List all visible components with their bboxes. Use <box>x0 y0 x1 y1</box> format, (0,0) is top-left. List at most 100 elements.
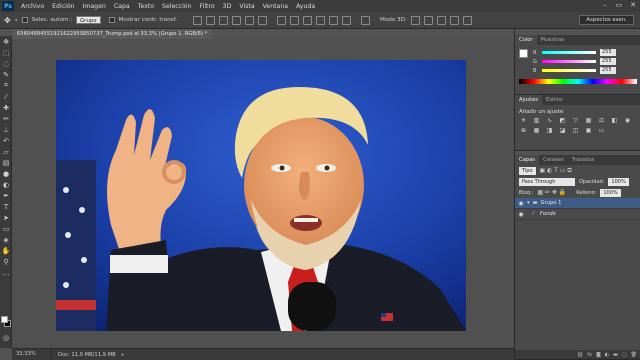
align-vcenter-icon[interactable] <box>206 15 216 25</box>
black-white-icon[interactable]: ◧ <box>610 117 619 125</box>
type-tool-icon[interactable]: T <box>0 201 12 212</box>
tab-canales[interactable]: Canales <box>539 155 568 165</box>
kind-filter-dropdown[interactable]: Tipo <box>519 166 536 175</box>
track-b[interactable] <box>542 69 596 72</box>
blend-mode-dropdown[interactable]: Pass Through <box>519 177 575 186</box>
workspace-button[interactable]: Aspectos esen. <box>579 15 634 25</box>
drag-3d-icon[interactable] <box>436 15 446 25</box>
photo-filter-icon[interactable]: ◉ <box>623 117 632 125</box>
roll-3d-icon[interactable] <box>423 15 433 25</box>
canvas-area[interactable] <box>12 39 514 348</box>
selective-color-icon[interactable]: ▣ <box>584 127 593 135</box>
document-tab[interactable]: 6360489455192162295S850737_Trump.psd al … <box>12 29 212 39</box>
tab-ajustes[interactable]: Ajustes <box>515 95 542 105</box>
link-layers-icon[interactable]: ⛓ <box>577 352 583 358</box>
distribute-hcenter-icon[interactable] <box>329 15 339 25</box>
hue-saturation-icon[interactable]: ▦ <box>584 117 593 125</box>
auto-select-checkbox[interactable] <box>21 17 28 23</box>
visibility-eye-icon[interactable]: ◉ <box>515 211 527 218</box>
3d-tool-icon[interactable]: ◈ <box>0 234 12 245</box>
shape-tool-icon[interactable]: ▭ <box>0 223 12 234</box>
tab-muestras[interactable]: Muestras <box>537 35 569 45</box>
scale-3d-icon[interactable] <box>462 15 472 25</box>
rotate-3d-icon[interactable] <box>410 15 420 25</box>
layer-name[interactable]: Fondo <box>540 211 556 217</box>
new-layer-icon[interactable]: ▢ <box>622 352 627 358</box>
mask-icon[interactable]: ◙ <box>596 352 601 358</box>
vibrance-icon[interactable]: ▽ <box>571 117 580 125</box>
track-r[interactable] <box>542 51 596 54</box>
crop-tool-icon[interactable]: ⌗ <box>0 80 12 91</box>
layer-row[interactable]: ◉ ⁄ Fondo <box>515 209 640 220</box>
value-r[interactable]: 255 <box>600 49 616 56</box>
exposure-icon[interactable]: ◩ <box>558 117 567 125</box>
auto-select-dropdown[interactable]: Grupo <box>76 16 101 24</box>
adjustment-layer-icon[interactable]: ◐ <box>605 352 609 358</box>
layer-name[interactable]: Grupo 1 <box>541 200 562 206</box>
fill-input[interactable]: 100% <box>600 188 621 197</box>
zoom-level[interactable]: 33,33% <box>12 349 52 360</box>
dropdown-arrow-icon[interactable]: ▾ <box>15 17 18 24</box>
color-spectrum[interactable] <box>519 79 637 84</box>
channel-mixer-icon[interactable]: ⊕ <box>519 127 528 135</box>
invert-icon[interactable]: ◨ <box>545 127 554 135</box>
menu-seleccion[interactable]: Selección <box>158 3 196 10</box>
brush-tool-icon[interactable]: ✏ <box>0 113 12 124</box>
path-select-tool-icon[interactable]: ➤ <box>0 212 12 223</box>
show-transform-checkbox[interactable] <box>108 17 115 23</box>
eraser-tool-icon[interactable]: ▱ <box>0 146 12 157</box>
status-menu-icon[interactable]: ▸ <box>122 352 125 358</box>
delete-layer-icon[interactable]: 🗑 <box>631 352 637 358</box>
close-icon[interactable]: ✕ <box>626 0 640 10</box>
minimize-icon[interactable]: – <box>598 0 612 10</box>
posterize-icon[interactable]: ◪ <box>558 127 567 135</box>
slider-b[interactable]: B 255 <box>515 66 640 75</box>
slide-3d-icon[interactable] <box>449 15 459 25</box>
layer-row[interactable]: ◉ ▾ ▬ Grupo 1 <box>515 198 640 209</box>
menu-ventana[interactable]: Ventana <box>259 3 292 10</box>
fg-color-chip[interactable] <box>519 49 528 58</box>
tab-capas[interactable]: Capas <box>515 155 539 165</box>
quick-mask-icon[interactable]: ◎ <box>0 332 12 343</box>
pen-tool-icon[interactable]: ✒ <box>0 190 12 201</box>
gradient-map-icon[interactable]: ▭ <box>597 127 606 135</box>
distribute-bottom-icon[interactable] <box>303 15 313 25</box>
hand-tool-icon[interactable]: ✋ <box>0 245 12 256</box>
auto-align-icon[interactable] <box>361 15 371 25</box>
track-g[interactable] <box>542 60 596 63</box>
menu-filtro[interactable]: Filtro <box>196 3 219 10</box>
new-group-icon[interactable]: ▬ <box>613 352 618 358</box>
visibility-eye-icon[interactable]: ◉ <box>515 200 527 207</box>
foreground-color-swatch[interactable] <box>1 316 8 323</box>
lock-icons[interactable]: ▦ ✏ ✥ 🔒 <box>537 189 566 196</box>
eyedropper-tool-icon[interactable]: ⁄ <box>0 91 12 102</box>
color-lookup-icon[interactable]: ▦ <box>532 127 541 135</box>
clone-stamp-tool-icon[interactable]: ⊥ <box>0 124 12 135</box>
align-right-icon[interactable] <box>258 15 268 25</box>
opacity-input[interactable]: 100% <box>608 177 629 186</box>
history-brush-tool-icon[interactable]: ↶ <box>0 135 12 146</box>
quick-select-tool-icon[interactable]: ✎ <box>0 69 12 80</box>
fx-icon[interactable]: fx <box>587 352 592 358</box>
menu-capa[interactable]: Capa <box>110 3 134 10</box>
slider-g[interactable]: G 255 <box>515 57 640 66</box>
expand-arrow-icon[interactable]: ▾ <box>527 200 530 206</box>
levels-icon[interactable]: ▥ <box>532 117 541 125</box>
brightness-icon[interactable]: ☀ <box>519 117 528 125</box>
color-balance-icon[interactable]: ⚖ <box>597 117 606 125</box>
zoom-tool-icon[interactable]: ⚲ <box>0 256 12 267</box>
tab-estilos[interactable]: Estilos <box>542 95 567 105</box>
maximize-icon[interactable]: ▭ <box>612 0 626 10</box>
menu-3d[interactable]: 3D <box>219 3 236 10</box>
curves-icon[interactable]: ∿ <box>545 117 554 125</box>
align-left-icon[interactable] <box>232 15 242 25</box>
gradient-tool-icon[interactable]: ▤ <box>0 157 12 168</box>
filter-icons[interactable]: ▣ ◐ T ▭ ⧉ <box>540 167 572 175</box>
align-hcenter-icon[interactable] <box>245 15 255 25</box>
distribute-top-icon[interactable] <box>277 15 287 25</box>
move-tool-icon[interactable]: ✥ <box>4 16 11 25</box>
menu-archivo[interactable]: Archivo <box>17 3 48 10</box>
distribute-left-icon[interactable] <box>316 15 326 25</box>
tab-trazados[interactable]: Trazados <box>568 155 599 165</box>
dodge-tool-icon[interactable]: ◐ <box>0 179 12 190</box>
